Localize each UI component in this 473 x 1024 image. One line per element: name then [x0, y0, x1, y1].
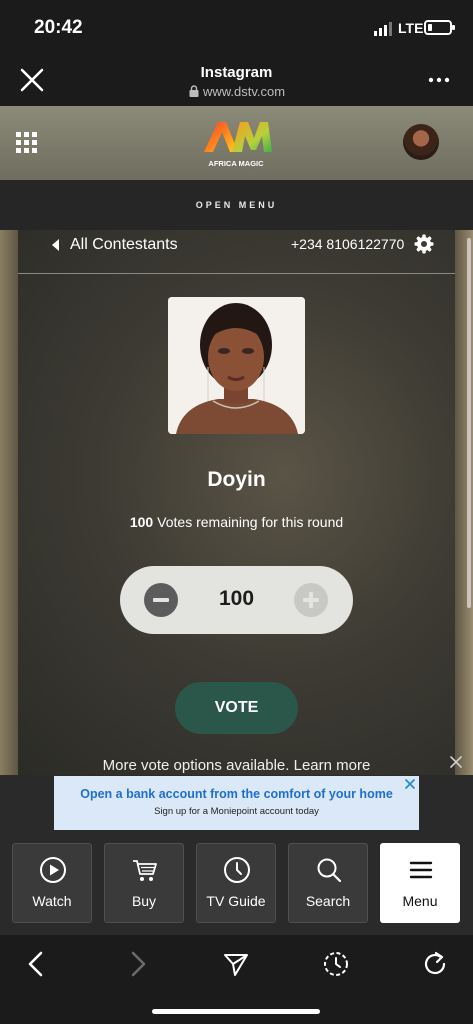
side-panel-left: [0, 230, 18, 775]
vote-quantity-stepper: 100: [120, 566, 353, 634]
increment-button[interactable]: [294, 583, 328, 617]
apps-grid-icon[interactable]: [16, 132, 38, 154]
network-type: LTE: [398, 20, 424, 36]
ad-headline: Open a bank account from the comfort of …: [80, 787, 393, 801]
clock-icon: [224, 857, 250, 883]
contestant-portrait-image: [168, 297, 305, 434]
browser-header: Instagram www.dstv.com: [0, 56, 473, 106]
lock-icon: [189, 85, 199, 97]
caret-left-icon: [52, 239, 59, 251]
phone-number: +234 8106122770: [291, 236, 405, 252]
forward-arrow-icon[interactable]: [123, 950, 151, 978]
nav-menu-button[interactable]: Menu: [380, 843, 460, 923]
all-contestants-label: All Contestants: [70, 236, 178, 253]
contestant-photo: [168, 297, 305, 434]
signal-icon: [374, 22, 392, 36]
browser-url-row: www.dstv.com: [0, 84, 473, 99]
status-bar: 20:42 LTE: [0, 0, 473, 56]
panel-divider: [18, 273, 455, 274]
share-send-icon[interactable]: [222, 950, 250, 978]
gear-icon[interactable]: [414, 234, 434, 254]
more-vote-options-link[interactable]: More vote options available. Learn more: [0, 757, 473, 774]
africa-magic-logo[interactable]: AFRICA MAGIC: [196, 116, 276, 172]
battery-icon: [424, 20, 455, 35]
ad-close-icon[interactable]: [446, 752, 466, 772]
ad-subline: Sign up for a Moniepoint account today: [154, 806, 319, 817]
reload-icon[interactable]: [421, 950, 449, 978]
nav-search-button[interactable]: Search: [288, 843, 368, 923]
open-menu-button[interactable]: OPEN MENU: [0, 180, 473, 230]
votes-remaining-text: Votes remaining for this round: [157, 514, 344, 530]
nav-label: Buy: [131, 893, 157, 909]
browser-title: Instagram: [200, 64, 273, 81]
ad-banner[interactable]: Open a bank account from the comfort of …: [54, 776, 419, 830]
status-time: 20:42: [34, 17, 83, 38]
nav-label: TV Guide: [206, 893, 266, 909]
votes-remaining-line: 100 Votes remaining for this round: [0, 514, 473, 530]
contestant-name: Doyin: [207, 468, 266, 491]
more-options-icon[interactable]: [426, 70, 452, 90]
nav-label: Menu: [402, 893, 438, 909]
back-arrow-icon[interactable]: [23, 950, 51, 978]
decrement-button[interactable]: [144, 583, 178, 617]
nav-buy-button[interactable]: Buy: [104, 843, 184, 923]
scrollbar[interactable]: [467, 238, 471, 608]
nav-watch-button[interactable]: Watch: [12, 843, 92, 923]
profile-avatar[interactable]: [403, 124, 439, 160]
search-icon: [317, 858, 342, 883]
votes-remaining-count: 100: [129, 514, 154, 530]
vote-button[interactable]: VOTE: [175, 682, 298, 734]
logo-text: AFRICA MAGIC: [208, 159, 264, 168]
play-circle-icon: [40, 857, 66, 883]
history-icon[interactable]: [322, 950, 350, 978]
nav-label: Watch: [32, 893, 72, 909]
nav-label: Search: [305, 893, 351, 909]
cart-icon: [133, 860, 157, 881]
browser-url: www.dstv.com: [202, 84, 286, 99]
home-indicator[interactable]: [152, 1009, 320, 1014]
all-contestants-link[interactable]: All Contestants: [52, 233, 178, 257]
hamburger-icon: [409, 861, 433, 879]
vote-count-value[interactable]: 100: [190, 587, 283, 611]
nav-tv-guide-button[interactable]: TV Guide: [196, 843, 276, 923]
ad-info-close-icon[interactable]: [404, 778, 416, 790]
